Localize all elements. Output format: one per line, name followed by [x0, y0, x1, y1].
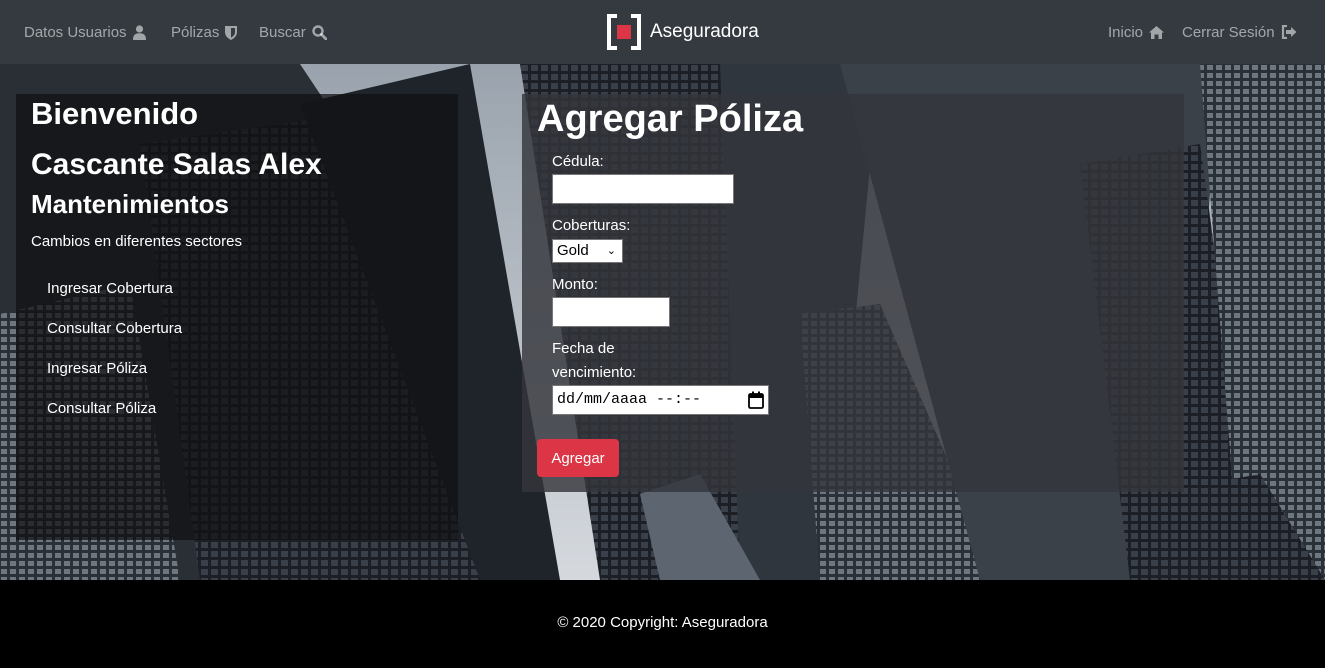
sign-out-icon [1281, 25, 1297, 39]
agregar-button[interactable]: Agregar [537, 439, 619, 477]
nav-inicio-label: Inicio [1108, 23, 1144, 41]
menu-item-consultar-poliza[interactable]: Consultar Póliza [47, 400, 182, 440]
sidebar-panel: Bienvenido Cascante Salas Alex Mantenimi… [16, 94, 458, 540]
nav-buscar-label: Buscar [259, 23, 306, 41]
monto-label: Monto: [552, 276, 598, 293]
maintenance-menu: Ingresar Cobertura Consultar Cobertura I… [47, 280, 182, 440]
menu-item-ingresar-cobertura[interactable]: Ingresar Cobertura [47, 280, 182, 320]
section-description: Cambios en diferentes sectores [31, 233, 242, 250]
brand[interactable]: Aseguradora [606, 14, 759, 50]
cedula-input[interactable] [552, 174, 734, 204]
shield-icon [225, 25, 238, 40]
top-navbar: Datos Usuarios Pólizas Buscar Asegurador… [0, 0, 1325, 64]
nav-cerrar-sesion-label: Cerrar Sesión [1182, 23, 1275, 41]
footer: © 2020 Copyright: Aseguradora [0, 580, 1325, 668]
nav-buscar[interactable]: Buscar [259, 0, 327, 64]
nav-polizas[interactable]: Pólizas [171, 0, 238, 64]
brand-logo-icon [607, 14, 641, 50]
nav-cerrar-sesion[interactable]: Cerrar Sesión [1182, 0, 1297, 64]
nav-inicio[interactable]: Inicio [1108, 0, 1165, 64]
home-icon [1149, 25, 1165, 39]
fecha-label-line1: Fecha de [552, 340, 615, 357]
fecha-label-line2: vencimiento: [552, 364, 637, 381]
welcome-heading: Bienvenido [31, 96, 199, 131]
fecha-vencimiento-input[interactable]: dd/mm/aaaa --:-- [552, 385, 769, 415]
form-title: Agregar Póliza [537, 98, 804, 140]
cedula-label: Cédula: [552, 153, 604, 170]
search-icon [311, 24, 327, 40]
copyright-text: © 2020 Copyright: Aseguradora [557, 614, 768, 631]
menu-item-ingresar-poliza[interactable]: Ingresar Póliza [47, 360, 182, 400]
user-icon [132, 24, 146, 40]
nav-polizas-label: Pólizas [171, 23, 220, 41]
fecha-placeholder: dd/mm/aaaa --:-- [557, 391, 702, 408]
add-policy-form: Agregar Póliza Cédula: Coberturas: Gold … [522, 94, 1184, 492]
nav-datos-usuarios-label: Datos Usuarios [24, 23, 127, 41]
coberturas-label: Coberturas: [552, 217, 631, 234]
calendar-icon[interactable] [748, 391, 764, 409]
user-name: Cascante Salas Alex [31, 148, 322, 181]
section-title: Mantenimientos [31, 189, 229, 219]
nav-datos-usuarios[interactable]: Datos Usuarios [24, 0, 146, 64]
coberturas-select[interactable]: Gold ⌄ [552, 239, 623, 263]
menu-item-consultar-cobertura[interactable]: Consultar Cobertura [47, 320, 182, 360]
brand-name: Aseguradora [650, 21, 759, 42]
chevron-down-icon: ⌄ [606, 245, 616, 257]
coberturas-selected-value: Gold [557, 242, 589, 259]
monto-input[interactable] [552, 297, 670, 327]
